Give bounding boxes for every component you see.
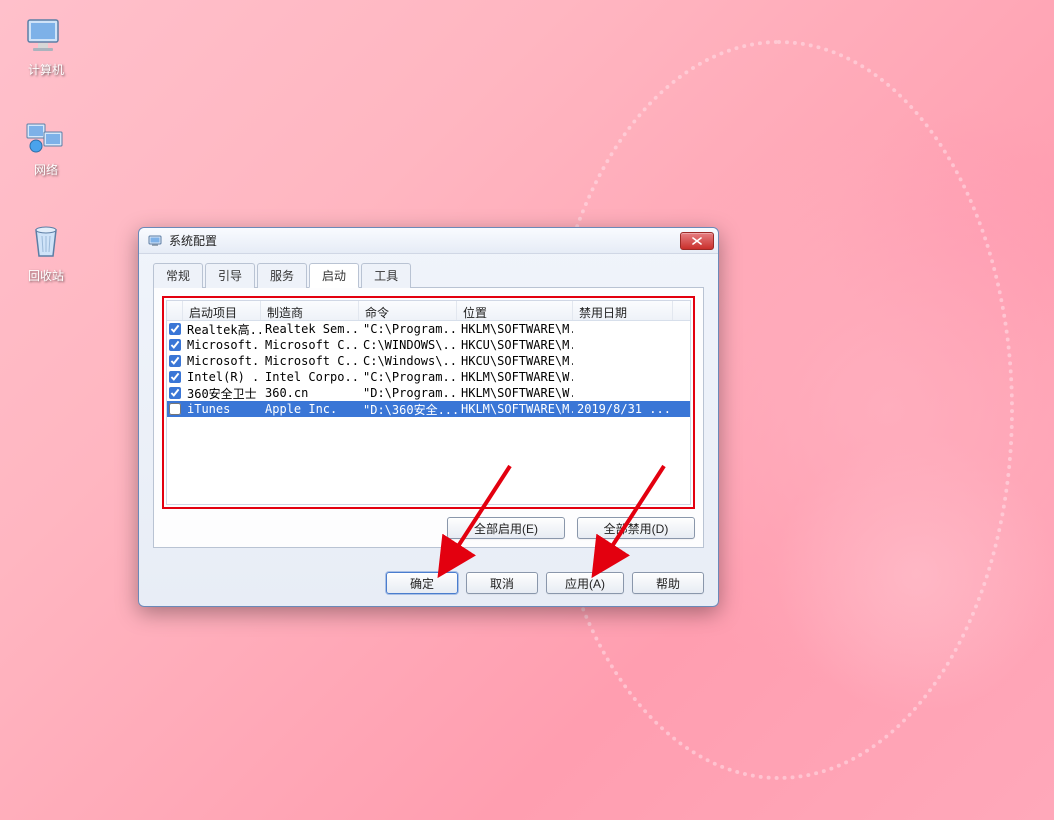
cell-mfr: Microsoft C... bbox=[261, 338, 359, 352]
cell-loc: HKCU\SOFTWARE\M... bbox=[457, 338, 573, 352]
cell-cmd: "C:\Program... bbox=[359, 322, 457, 336]
row-checkbox[interactable] bbox=[169, 355, 181, 367]
table-row[interactable]: Microsoft...Microsoft C...C:\Windows\...… bbox=[167, 353, 690, 369]
close-button[interactable] bbox=[680, 232, 714, 250]
desktop-icon-label: 回收站 bbox=[24, 266, 68, 285]
cell-date: 2019/8/31 ... bbox=[573, 402, 673, 416]
col-startup-item[interactable]: 启动项目 bbox=[183, 301, 261, 320]
tab-general[interactable]: 常规 bbox=[153, 263, 203, 288]
cell-name: 360安全卫士 bbox=[183, 385, 261, 402]
col-location[interactable]: 位置 bbox=[457, 301, 573, 320]
window-title: 系统配置 bbox=[169, 232, 217, 249]
cell-name: iTunes bbox=[183, 402, 261, 416]
tab-services[interactable]: 服务 bbox=[257, 263, 307, 288]
table-row[interactable]: Realtek高...Realtek Sem..."C:\Program...H… bbox=[167, 321, 690, 337]
system-config-dialog: 系统配置 常规 引导 服务 启动 工具 启动项目 制造商 命令 bbox=[138, 227, 719, 607]
cell-loc: HKLM\SOFTWARE\M... bbox=[457, 322, 573, 336]
row-checkbox[interactable] bbox=[169, 371, 181, 383]
desktop-icon-label: 网络 bbox=[30, 160, 62, 179]
cell-loc: HKLM\SOFTWARE\W... bbox=[457, 370, 573, 384]
cell-mfr: Microsoft C... bbox=[261, 354, 359, 368]
tab-panel-startup: 启动项目 制造商 命令 位置 禁用日期 Realtek高...Realtek S… bbox=[153, 288, 704, 548]
desktop-icon-label: 计算机 bbox=[24, 60, 68, 79]
row-checkbox[interactable] bbox=[169, 403, 181, 415]
row-checkbox[interactable] bbox=[169, 323, 181, 335]
apply-button[interactable]: 应用(A) bbox=[546, 572, 624, 594]
help-button[interactable]: 帮助 bbox=[632, 572, 704, 594]
recycle-bin-icon bbox=[24, 222, 68, 262]
table-row[interactable]: Microsoft...Microsoft C...C:\WINDOWS\...… bbox=[167, 337, 690, 353]
network-icon bbox=[24, 116, 68, 156]
tabstrip: 常规 引导 服务 启动 工具 bbox=[153, 262, 704, 288]
cell-name: Microsoft... bbox=[183, 338, 261, 352]
desktop-icon-recycle-bin[interactable]: 回收站 bbox=[14, 222, 78, 285]
desktop-icon-network[interactable]: 网络 bbox=[14, 116, 78, 179]
cell-cmd: C:\WINDOWS\... bbox=[359, 338, 457, 352]
cell-mfr: 360.cn bbox=[261, 386, 359, 400]
dialog-buttons: 确定 取消 应用(A) 帮助 bbox=[139, 562, 718, 606]
tab-boot[interactable]: 引导 bbox=[205, 263, 255, 288]
cell-cmd: "D:\360安全... bbox=[359, 401, 457, 418]
col-disable-date[interactable]: 禁用日期 bbox=[573, 301, 673, 320]
cell-loc: HKCU\SOFTWARE\M... bbox=[457, 354, 573, 368]
cell-mfr: Intel Corpo... bbox=[261, 370, 359, 384]
app-icon bbox=[147, 233, 163, 249]
ok-button[interactable]: 确定 bbox=[386, 572, 458, 594]
col-command[interactable]: 命令 bbox=[359, 301, 457, 320]
desktop-icon-computer[interactable]: 计算机 bbox=[14, 16, 78, 79]
cell-cmd: "C:\Program... bbox=[359, 370, 457, 384]
cell-name: Realtek高... bbox=[183, 321, 261, 338]
table-row[interactable]: 360安全卫士360.cn"D:\Program...HKLM\SOFTWARE… bbox=[167, 385, 690, 401]
tab-tools[interactable]: 工具 bbox=[361, 263, 411, 288]
cell-loc: HKLM\SOFTWARE\M... bbox=[457, 402, 573, 416]
table-row[interactable]: Intel(R) ...Intel Corpo..."C:\Program...… bbox=[167, 369, 690, 385]
titlebar[interactable]: 系统配置 bbox=[139, 228, 718, 254]
list-header[interactable]: 启动项目 制造商 命令 位置 禁用日期 bbox=[167, 301, 690, 321]
cell-loc: HKLM\SOFTWARE\W... bbox=[457, 386, 573, 400]
disable-all-button[interactable]: 全部禁用(D) bbox=[577, 517, 695, 539]
cell-mfr: Realtek Sem... bbox=[261, 322, 359, 336]
tab-startup[interactable]: 启动 bbox=[309, 263, 359, 288]
row-checkbox[interactable] bbox=[169, 339, 181, 351]
table-row[interactable]: iTunesApple Inc."D:\360安全...HKLM\SOFTWAR… bbox=[167, 401, 690, 417]
col-manufacturer[interactable]: 制造商 bbox=[261, 301, 359, 320]
cancel-button[interactable]: 取消 bbox=[466, 572, 538, 594]
cell-cmd: "D:\Program... bbox=[359, 386, 457, 400]
cell-mfr: Apple Inc. bbox=[261, 402, 359, 416]
startup-list[interactable]: 启动项目 制造商 命令 位置 禁用日期 Realtek高...Realtek S… bbox=[166, 300, 691, 505]
row-checkbox[interactable] bbox=[169, 387, 181, 399]
computer-icon bbox=[24, 16, 68, 56]
enable-all-button[interactable]: 全部启用(E) bbox=[447, 517, 565, 539]
cell-cmd: C:\Windows\... bbox=[359, 354, 457, 368]
annotation-highlight: 启动项目 制造商 命令 位置 禁用日期 Realtek高...Realtek S… bbox=[162, 296, 695, 509]
close-icon bbox=[692, 237, 702, 245]
cell-name: Intel(R) ... bbox=[183, 370, 261, 384]
cell-name: Microsoft... bbox=[183, 354, 261, 368]
